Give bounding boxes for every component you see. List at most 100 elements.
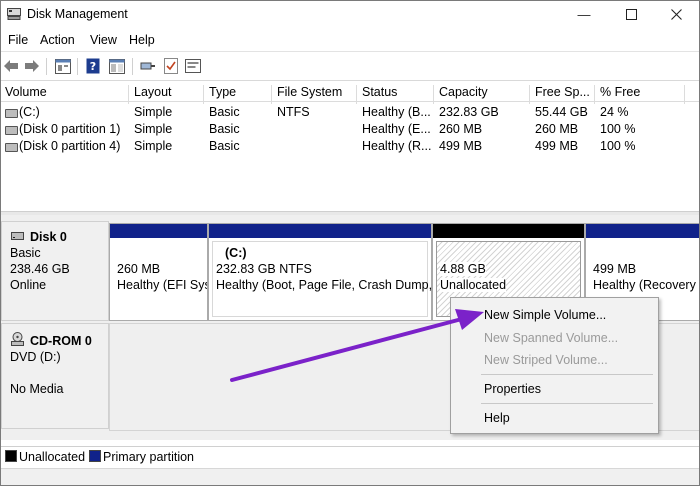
cell-status: Healthy (E... (362, 122, 431, 136)
column-status[interactable]: Status (362, 85, 397, 99)
column-file-system[interactable]: File System (277, 85, 342, 99)
cell-file-system: NTFS (277, 105, 310, 119)
cell-percent-free: 100 % (600, 139, 636, 153)
close-button[interactable] (653, 1, 699, 28)
menu-item-help[interactable]: Help (484, 411, 510, 425)
forward-button[interactable] (23, 57, 41, 75)
volume-list-header: Volume Layout Type File System Status Ca… (1, 82, 699, 104)
cell-percent-free: 24 % (600, 105, 629, 119)
cdrom-name: CD-ROM 0 (30, 334, 92, 348)
column-separator[interactable] (594, 85, 595, 104)
status-bar (1, 468, 699, 485)
menu-item-new-simple-volume[interactable]: New Simple Volume... (484, 308, 606, 322)
primary-partition-bar (586, 224, 699, 238)
forward-icon (25, 60, 39, 72)
menu-help[interactable]: Help (129, 33, 155, 47)
cell-free-space: 260 MB (535, 122, 579, 136)
volume-icon (5, 143, 18, 152)
menu-separator (481, 403, 653, 404)
column-separator[interactable] (356, 85, 357, 104)
volume-row-partition-1[interactable]: (Disk 0 partition 1) Simple Basic Health… (1, 121, 699, 138)
column-volume[interactable]: Volume (5, 85, 47, 99)
column-capacity[interactable]: Capacity (439, 85, 488, 99)
partition-status: Healthy (Recovery (593, 278, 696, 292)
volume-row-partition-4[interactable]: (Disk 0 partition 4) Simple Basic Health… (1, 138, 699, 155)
menu-view[interactable]: View (90, 33, 117, 47)
partition-c[interactable]: (C:) 232.83 GB NTFS Healthy (Boot, Page … (208, 223, 432, 321)
connect-button[interactable] (139, 57, 157, 75)
console-tree-button[interactable] (108, 57, 126, 75)
disk-name: Disk 0 (30, 230, 67, 244)
cell-capacity: 260 MB (439, 122, 483, 136)
cell-volume: (C:) (19, 105, 40, 119)
column-type[interactable]: Type (209, 85, 236, 99)
menu-separator (481, 374, 653, 375)
menu-item-properties[interactable]: Properties (484, 382, 541, 396)
menu-bar: File Action View Help (1, 30, 699, 50)
toolbar-separator (46, 58, 47, 75)
cell-status: Healthy (R... (362, 139, 432, 153)
check-icon (164, 58, 178, 74)
partition-status: Healthy (Boot, Page File, Crash Dump, E (216, 278, 432, 292)
primary-partition-swatch (89, 450, 101, 462)
menu-item-new-spanned-volume[interactable]: New Spanned Volume... (484, 331, 618, 345)
menu-file[interactable]: File (8, 33, 28, 47)
cell-capacity: 499 MB (439, 139, 483, 153)
cell-percent-free: 100 % (600, 122, 636, 136)
settings-icon (185, 59, 201, 73)
column-separator[interactable] (271, 85, 272, 104)
disk-0-label[interactable]: Disk 0 Basic 238.46 GB Online (1, 221, 109, 321)
cell-free-space: 499 MB (535, 139, 579, 153)
disk-type: Basic (10, 246, 41, 260)
toolbar-separator (132, 58, 133, 75)
settings-button[interactable] (184, 57, 202, 75)
maximize-icon (625, 9, 637, 20)
disk-state: Online (10, 278, 47, 292)
legend-primary: Primary partition (103, 450, 194, 464)
column-separator[interactable] (684, 85, 685, 104)
maximize-button[interactable] (608, 1, 654, 28)
column-percent-free[interactable]: % Free (600, 85, 640, 99)
toolbar: ? (1, 51, 699, 81)
partition-efi[interactable]: 260 MB Healthy (EFI Sys (109, 223, 208, 321)
cell-type: Basic (209, 139, 240, 153)
column-free-space[interactable]: Free Sp... (535, 85, 590, 99)
menu-item-new-striped-volume[interactable]: New Striped Volume... (484, 353, 608, 367)
column-separator[interactable] (128, 85, 129, 104)
toolbar-separator (77, 58, 78, 75)
back-icon (4, 60, 18, 72)
primary-partition-bar (110, 224, 207, 238)
volume-icon (5, 109, 18, 118)
volume-row-c[interactable]: (C:) Simple Basic NTFS Healthy (B... 232… (1, 104, 699, 121)
help-icon: ? (86, 58, 100, 74)
unallocated-bar (433, 224, 584, 238)
legend-unallocated: Unallocated (19, 450, 86, 464)
cdrom-0-label[interactable]: CD-ROM 0 DVD (D:) No Media (1, 323, 109, 429)
disk-management-app-icon (7, 8, 21, 20)
partition-size: 232.83 GB NTFS (216, 262, 312, 276)
partition-size: 4.88 GB (440, 262, 486, 276)
cell-layout: Simple (134, 122, 173, 136)
console-tree-icon (109, 58, 125, 74)
minimize-button[interactable]: — (561, 1, 607, 28)
cell-type: Basic (209, 105, 240, 119)
back-button[interactable] (2, 57, 20, 75)
cd-drive-icon (11, 332, 24, 346)
menu-action[interactable]: Action (40, 33, 75, 47)
column-separator[interactable] (433, 85, 434, 104)
disk-size: 238.46 GB (10, 262, 70, 276)
help-button[interactable]: ? (84, 57, 102, 75)
properties-button[interactable] (54, 57, 72, 75)
column-separator[interactable] (203, 85, 204, 104)
partition-size: 499 MB (593, 262, 637, 276)
legend: Unallocated Primary partition (1, 446, 699, 469)
disk-management-window: Disk Management — File Action View Help … (0, 0, 700, 486)
column-separator[interactable] (529, 85, 530, 104)
cell-layout: Simple (134, 105, 173, 119)
context-menu: New Simple Volume... New Spanned Volume.… (450, 297, 659, 434)
check-button[interactable] (162, 57, 180, 75)
column-layout[interactable]: Layout (134, 85, 172, 99)
partition-size: 260 MB (117, 262, 161, 276)
partition-status: Healthy (EFI Sys (117, 278, 208, 292)
cell-layout: Simple (134, 139, 173, 153)
